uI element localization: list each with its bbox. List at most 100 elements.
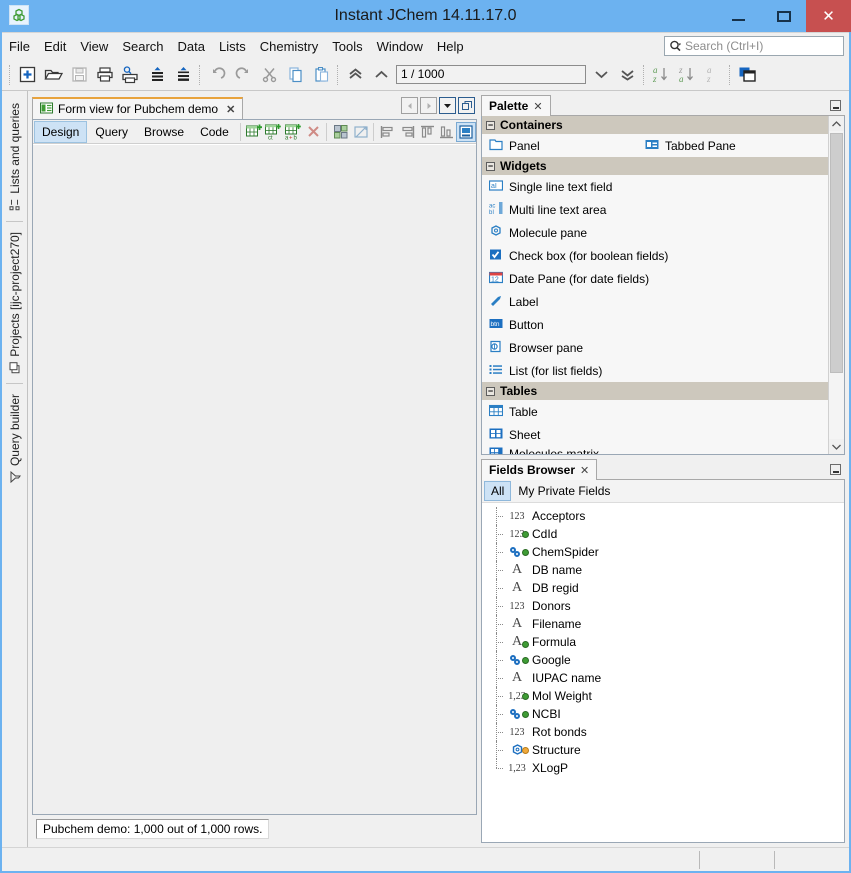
menu-data[interactable]: Data xyxy=(171,36,212,57)
list-item[interactable]: A DB regid xyxy=(482,579,844,597)
list-item[interactable]: Google xyxy=(482,651,844,669)
add-ct-table-widget-button[interactable]: ct xyxy=(264,122,284,142)
palette-item-panel[interactable]: Panel xyxy=(486,137,642,155)
menu-lists[interactable]: Lists xyxy=(212,36,253,57)
delete-widget-button[interactable] xyxy=(304,122,324,142)
align-bottom-button[interactable] xyxy=(437,122,457,142)
list-item[interactable]: 123 Donors xyxy=(482,597,844,615)
align-left-button[interactable] xyxy=(378,122,398,142)
cut-button[interactable] xyxy=(256,62,282,88)
record-navigator-input[interactable]: 1 / 1000 xyxy=(396,65,586,84)
resize-widget-button[interactable] xyxy=(351,122,371,142)
palette-item-check-box[interactable]: Check box (for boolean fields) xyxy=(486,247,671,265)
new-record-button[interactable] xyxy=(14,62,40,88)
sort-ascending-button[interactable]: a z xyxy=(648,62,674,88)
copy-button[interactable] xyxy=(282,62,308,88)
scroll-tabs-left-button[interactable] xyxy=(401,97,418,114)
next-record-button[interactable] xyxy=(588,62,614,88)
list-item[interactable]: 123 Rot bonds xyxy=(482,723,844,741)
palette-scroll-track[interactable] xyxy=(829,131,844,439)
tab-palette[interactable]: Palette ✕ xyxy=(481,95,551,116)
close-icon[interactable]: ✕ xyxy=(580,464,589,477)
menu-search[interactable]: Search xyxy=(115,36,170,57)
menu-tools[interactable]: Tools xyxy=(325,36,369,57)
last-record-button[interactable] xyxy=(614,62,640,88)
palette-scroll-thumb[interactable] xyxy=(830,133,843,373)
list-item[interactable]: A IUPAC name xyxy=(482,669,844,687)
form-design-canvas[interactable] xyxy=(33,144,476,814)
scroll-up-button[interactable] xyxy=(829,116,844,131)
close-icon[interactable]: ✕ xyxy=(533,100,542,113)
palette-category-widgets[interactable]: − Widgets xyxy=(482,157,828,175)
mode-design-button[interactable]: Design xyxy=(34,121,87,143)
palette-item-sheet[interactable]: Sheet xyxy=(486,426,543,444)
close-button[interactable]: ✕ xyxy=(806,0,851,32)
mode-query-button[interactable]: Query xyxy=(87,121,136,143)
minimize-fields-browser-button[interactable] xyxy=(830,464,841,475)
first-record-button[interactable] xyxy=(342,62,368,88)
tab-form-view-pubchem-demo[interactable]: Form view for Pubchem demo ✕ xyxy=(32,97,243,119)
tab-all-fields[interactable]: All xyxy=(484,481,511,501)
add-table-widget-button[interactable] xyxy=(245,122,265,142)
palette-item-multi-line-text-area[interactable]: ac bI Multi line text area xyxy=(486,200,609,219)
save-button[interactable] xyxy=(66,62,92,88)
palette-item-label[interactable]: Label xyxy=(486,293,541,311)
palette-item-molecule-pane[interactable]: Molecule pane xyxy=(486,224,590,242)
maximize-button[interactable] xyxy=(761,0,806,32)
collapse-icon[interactable]: − xyxy=(486,121,495,130)
export-button[interactable] xyxy=(170,62,196,88)
palette-item-molecules-matrix[interactable]: Molecules matrix xyxy=(486,446,602,454)
print-preview-button[interactable] xyxy=(118,62,144,88)
collapse-icon[interactable]: − xyxy=(486,387,495,396)
search-input[interactable]: Search (Ctrl+I) xyxy=(664,36,844,56)
maximize-editor-button[interactable] xyxy=(458,97,475,114)
palette-item-list[interactable]: List (for list fields) xyxy=(486,362,605,380)
import-button[interactable] xyxy=(144,62,170,88)
align-top-button[interactable] xyxy=(417,122,437,142)
menu-help[interactable]: Help xyxy=(430,36,471,57)
minimize-palette-button[interactable] xyxy=(830,100,841,111)
collapse-icon[interactable]: − xyxy=(486,162,495,171)
tab-fields-browser[interactable]: Fields Browser ✕ xyxy=(481,459,597,480)
sidebar-item-projects[interactable]: Projects [ijc-project270] xyxy=(4,226,26,380)
list-item[interactable]: ChemSpider xyxy=(482,543,844,561)
paste-button[interactable] xyxy=(308,62,334,88)
palette-scrollbar[interactable] xyxy=(828,116,844,454)
list-item[interactable]: 123 CdId xyxy=(482,525,844,543)
redo-button[interactable] xyxy=(230,62,256,88)
list-item[interactable]: 1,23 XLogP xyxy=(482,759,844,777)
add-ab-table-widget-button[interactable]: a + b xyxy=(284,122,304,142)
tab-my-private-fields[interactable]: My Private Fields xyxy=(511,481,617,501)
palette-item-browser-pane[interactable]: Browser pane xyxy=(486,339,586,357)
palette-item-tabbed-pane[interactable]: Tabbed Pane xyxy=(642,137,739,155)
sidebar-item-lists-and-queries[interactable]: Lists and queries xyxy=(4,97,26,217)
open-project-button[interactable] xyxy=(40,62,66,88)
group-widgets-button[interactable] xyxy=(331,122,351,142)
menu-window[interactable]: Window xyxy=(370,36,430,57)
palette-category-containers[interactable]: − Containers xyxy=(482,116,828,134)
menu-file[interactable]: File xyxy=(2,36,37,57)
palette-item-date-pane[interactable]: 12 Date Pane (for date fields) xyxy=(486,270,652,288)
menu-chemistry[interactable]: Chemistry xyxy=(253,36,326,57)
list-item[interactable]: A Formula xyxy=(482,633,844,651)
sidebar-item-query-builder[interactable]: Query builder xyxy=(4,388,26,489)
list-item[interactable]: 123 Acceptors xyxy=(482,507,844,525)
scroll-tabs-right-button[interactable] xyxy=(420,97,437,114)
list-item[interactable]: A Filename xyxy=(482,615,844,633)
list-item[interactable]: 1,23 Mol Weight xyxy=(482,687,844,705)
print-button[interactable] xyxy=(92,62,118,88)
mode-code-button[interactable]: Code xyxy=(192,121,237,143)
list-item[interactable]: NCBI xyxy=(482,705,844,723)
sort-clear-button[interactable]: a z xyxy=(700,62,726,88)
sort-descending-button[interactable]: z a xyxy=(674,62,700,88)
preview-form-button[interactable] xyxy=(456,122,476,142)
palette-category-tables[interactable]: − Tables xyxy=(482,382,828,400)
menu-view[interactable]: View xyxy=(73,36,115,57)
menu-edit[interactable]: Edit xyxy=(37,36,73,57)
palette-item-single-line-text-field[interactable]: aI Single line text field xyxy=(486,178,615,196)
palette-item-button[interactable]: btn Button xyxy=(486,316,547,334)
previous-record-button[interactable] xyxy=(368,62,394,88)
tab-list-dropdown-button[interactable] xyxy=(439,97,456,114)
palette-item-table[interactable]: Table xyxy=(486,403,541,421)
undo-button[interactable] xyxy=(204,62,230,88)
